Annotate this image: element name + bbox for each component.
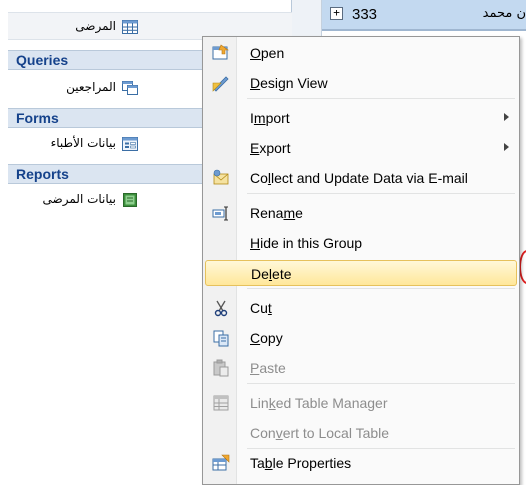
copy-icon — [213, 330, 229, 347]
report-icon — [123, 193, 137, 207]
menu-item-hide[interactable]: Hide in this Group — [205, 230, 517, 256]
nav-item-label: المراجعين — [66, 80, 116, 94]
menu-separator — [247, 98, 515, 99]
annotation-circle — [519, 250, 526, 284]
record-name: ن محمد — [482, 6, 526, 21]
menu-item-collect-data[interactable]: Collect and Update Data via E-mail — [205, 165, 517, 191]
menu-separator — [247, 193, 515, 194]
menu-separator — [247, 288, 515, 289]
nav-item-label: بيانات المرضى — [42, 192, 116, 206]
menu-item-table-properties[interactable]: Table Properties — [205, 450, 517, 476]
record-id: 333 — [352, 6, 378, 23]
menu-item-export[interactable]: Export — [205, 135, 517, 161]
table-properties-icon — [212, 454, 230, 471]
menu-separator — [247, 448, 515, 449]
open-icon — [212, 44, 229, 60]
menu-item-paste[interactable]: Paste — [205, 355, 517, 381]
row-divider — [322, 30, 526, 31]
form-icon — [122, 137, 138, 151]
access-window: المرضى Queries المراجعين Forms بيانات ال — [0, 0, 526, 485]
expand-icon[interactable]: + — [330, 7, 343, 20]
submenu-arrow-icon — [504, 113, 509, 121]
paste-icon — [213, 359, 229, 377]
menu-item-delete[interactable]: Delete — [205, 260, 517, 286]
menu-item-rename[interactable]: Rename — [205, 200, 517, 226]
menu-item-design-view[interactable]: Design View — [205, 70, 517, 96]
rename-icon — [212, 206, 228, 221]
nav-item-label: المرضى — [75, 19, 116, 33]
scissors-icon — [214, 300, 228, 317]
linked-table-icon — [213, 395, 229, 411]
menu-item-import[interactable]: Import — [205, 105, 517, 131]
menu-item-linked-table-manager[interactable]: Linked Table Manager — [205, 390, 517, 416]
menu-item-open[interactable]: Open — [205, 40, 517, 66]
menu-item-cut[interactable]: Cut — [205, 295, 517, 321]
nav-item-label: بيانات الأطباء — [50, 136, 116, 150]
table-row[interactable]: 333 ن محمد — [322, 0, 526, 30]
context-menu: Open Design View Import Export Collect a… — [202, 36, 520, 485]
menu-item-convert-to-local[interactable]: Convert to Local Table — [205, 420, 517, 446]
query-icon — [122, 81, 138, 95]
design-view-icon — [212, 76, 229, 92]
menu-separator — [247, 383, 515, 384]
table-icon — [122, 20, 138, 34]
collect-data-icon — [213, 169, 229, 185]
menu-item-copy[interactable]: Copy — [205, 325, 517, 351]
submenu-arrow-icon — [504, 143, 509, 151]
